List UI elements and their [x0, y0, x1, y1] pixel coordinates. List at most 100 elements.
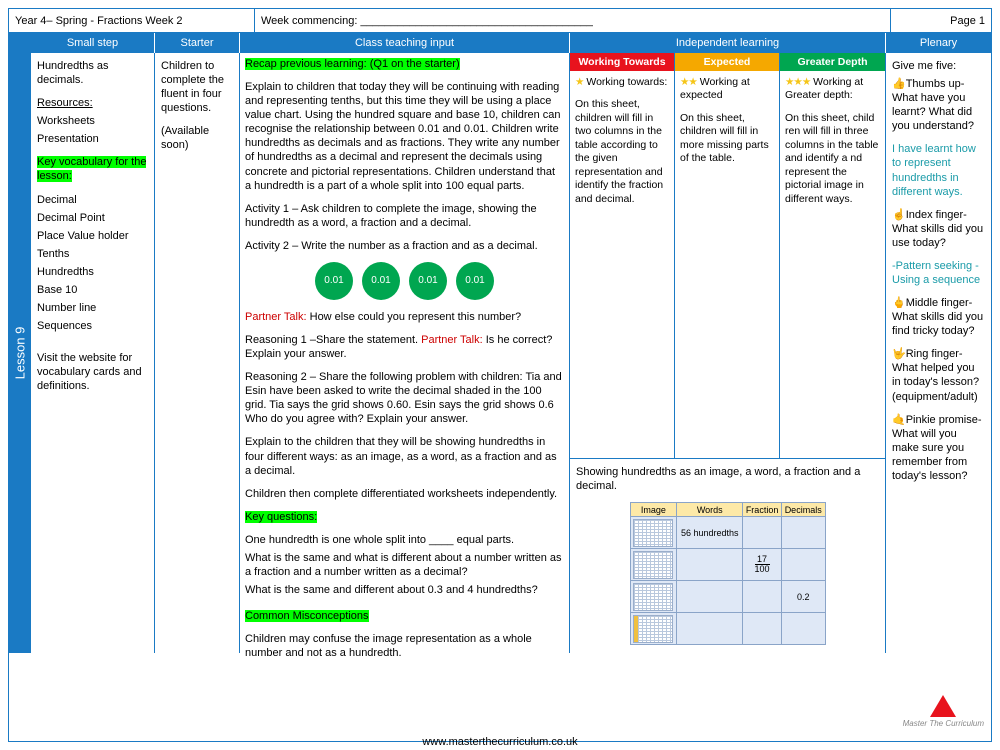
plenary-item-pinkie: 🤙Pinkie promise- What will you make sure…	[892, 413, 985, 483]
resource-item: Worksheets	[37, 115, 95, 128]
table-row	[629, 612, 826, 646]
column-header-small-step: Small step	[31, 33, 155, 53]
header-week-commencing: Week commencing: _______________________…	[255, 9, 891, 32]
partner-talk-label: Partner Talk:	[421, 334, 483, 347]
vocab-item: Tenths	[37, 247, 70, 260]
column-header-starter: Starter	[155, 33, 240, 53]
index-finger-icon: ☝	[892, 208, 906, 221]
footer-url: www.masterthecurriculum.co.uk	[422, 736, 578, 748]
class-input-activity-2: Activity 2 – Write the number as a fract…	[245, 239, 538, 252]
reasoning-2: Reasoning 2 – Share the following proble…	[245, 371, 562, 426]
vocab-item: Decimal	[37, 193, 77, 206]
cell-decimals: 0.2	[780, 580, 826, 614]
level-title: Greater Depth	[780, 53, 885, 71]
differentiation-columns: Working Towards ★ Working towards: On th…	[570, 53, 885, 458]
lesson-spine: Lesson 9	[9, 53, 31, 653]
cell-words	[676, 580, 744, 614]
level-working-towards: Working Towards ★ Working towards: On th…	[570, 53, 675, 458]
level-sub: ★★★ Working at Greater depth:	[785, 76, 880, 103]
class-input-paragraph: Explain to children that today they will…	[245, 81, 561, 192]
plenary-item-text: Index finger- What skills did you use to…	[892, 208, 984, 249]
worksheet-caption: Showing hundredths as an image, a word, …	[576, 466, 861, 493]
level-sub: ★ Working towards:	[575, 76, 669, 89]
small-step-title: Hundredths as decimals.	[37, 60, 109, 87]
vocab-item: Decimal Point	[37, 211, 105, 224]
plenary-heading: Give me five:	[892, 60, 957, 72]
level-title: Working Towards	[570, 53, 674, 71]
vocab-item: Hundredths	[37, 265, 94, 278]
level-body: ★ Working towards: On this sheet, childr…	[570, 71, 674, 220]
star-icon: ★★	[680, 76, 698, 88]
brand-logo: Master The Curriculum	[903, 695, 984, 728]
plenary-column: Give me five: 👍Thumbs up- What have you …	[886, 53, 991, 653]
vocab-website-note: Visit the website for vocabulary cards a…	[37, 352, 142, 393]
hundred-grid-icon	[633, 518, 674, 547]
brand-triangle-icon	[930, 695, 957, 717]
cell-words	[676, 612, 744, 646]
table-header-words: Words	[676, 502, 744, 518]
plenary-item-text: Pinkie promise- What will you make sure …	[892, 413, 982, 482]
star-icon: ★	[575, 76, 584, 88]
vocab-item: Sequences	[37, 320, 93, 333]
lesson-plan-page: Year 4– Spring - Fractions Week 2 Week c…	[0, 0, 1000, 750]
header-unit-title: Year 4– Spring - Fractions Week 2	[9, 9, 255, 32]
table-row: 0.2	[629, 580, 826, 614]
recap-heading: Recap previous learning: (Q1 on the star…	[245, 58, 460, 70]
key-question: What is the same and what is different a…	[245, 551, 562, 579]
spine-header-spacer	[9, 33, 31, 53]
page-header: Year 4– Spring - Fractions Week 2 Week c…	[9, 9, 991, 33]
reasoning-1: Reasoning 1 –Share the statement. Partne…	[245, 333, 564, 361]
lesson-number-label: Lesson 9	[12, 326, 28, 380]
table-header-fraction: Fraction	[742, 502, 782, 518]
cell-decimals	[780, 612, 826, 646]
column-header-plenary: Plenary	[886, 33, 991, 53]
key-questions-heading: Key questions:	[245, 510, 318, 523]
independent-learning-column: Working Towards ★ Working towards: On th…	[570, 53, 886, 653]
hundredths-circles: 0.01 0.01 0.01 0.01	[245, 261, 564, 300]
plenary-item-thumbs-up: 👍Thumbs up- What have you learnt? What d…	[892, 77, 985, 133]
cell-words: 56 hundredths	[676, 516, 744, 550]
column-header-band: Small step Starter Class teaching input …	[9, 33, 991, 53]
hundredth-circle: 0.01	[409, 261, 447, 300]
class-input-activity-1: Activity 1 – Ask children to complete th…	[245, 202, 537, 229]
level-sub: ★★ Working at expected	[680, 76, 774, 103]
brand-name: Master The Curriculum	[902, 719, 984, 728]
plenary-item-middle-finger: 🖕Middle finger- What skills did you find…	[892, 296, 985, 338]
misconceptions-text: Children may confuse the image represent…	[245, 633, 532, 660]
cell-decimals	[780, 548, 826, 582]
plan-body: Lesson 9 Hundredths as decimals. Resourc…	[9, 53, 991, 659]
starter-availability: (Available soon)	[161, 125, 210, 152]
table-row: 56 hundredths	[629, 516, 826, 550]
cell-image	[629, 612, 678, 646]
thumbs-up-icon: 👍	[892, 78, 906, 91]
plenary-answer-note: I have learnt how to represent hundredth…	[892, 143, 976, 198]
cell-fraction: 17 100	[742, 548, 782, 582]
fraction-17-100: 17 100	[754, 553, 770, 575]
vocab-item: Number line	[37, 302, 97, 315]
worksheet-preview: Showing hundredths as an image, a word, …	[570, 458, 885, 653]
key-question: What is the same and different about 0.3…	[245, 584, 538, 597]
cell-words	[676, 548, 744, 582]
hundredth-circle: 0.01	[362, 261, 400, 300]
misconceptions-heading: Common Misconceptions	[245, 610, 369, 623]
level-title: Expected	[675, 53, 779, 71]
hundred-grid-icon	[633, 550, 674, 579]
hundredth-circle: 0.01	[456, 261, 494, 300]
level-greater-depth: Greater Depth ★★★ Working at Greater dep…	[780, 53, 885, 458]
class-input-column: Recap previous learning: (Q1 on the star…	[240, 53, 570, 659]
level-sub-text: Working towards:	[586, 76, 668, 88]
key-question: One hundredth is one whole split into __…	[245, 533, 515, 546]
column-header-class-input: Class teaching input	[240, 33, 570, 53]
four-ways-text: Explain to the children that they will b…	[245, 436, 557, 477]
level-body: ★★★ Working at Greater depth: On this sh…	[780, 71, 885, 220]
level-description: On this sheet, children will fill in two…	[575, 98, 664, 205]
plenary-skills-note: -Pattern seeking - Using a sequence	[892, 259, 981, 287]
plenary-item-text: Middle finger- What skills did you find …	[892, 297, 984, 338]
vocab-heading: Key vocabulary for the lesson:	[37, 156, 147, 183]
cell-image	[629, 548, 678, 582]
star-icon: ★★★	[785, 76, 811, 88]
level-body: ★★ Working at expected On this sheet, ch…	[675, 71, 779, 180]
hundredth-circle: 0.01	[315, 261, 353, 300]
middle-finger-icon: 🖕	[892, 297, 906, 310]
cell-fraction	[742, 516, 782, 550]
